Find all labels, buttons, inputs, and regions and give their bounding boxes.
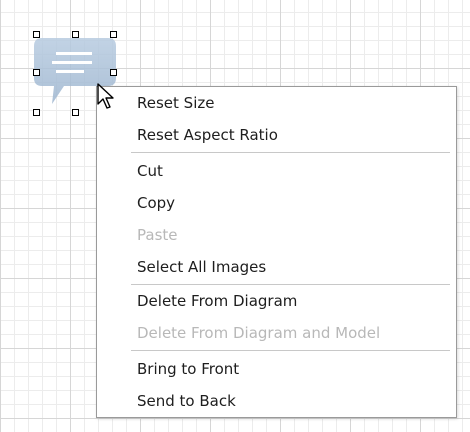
resize-handle-left[interactable] [33, 69, 40, 76]
resize-handle-bottom-left[interactable] [33, 109, 40, 116]
context-menu: Reset Size Reset Aspect Ratio Cut Copy P… [96, 86, 457, 418]
menu-item-delete-from-diagram-and-model: Delete From Diagram and Model [137, 324, 381, 342]
resize-handle-bottom[interactable] [72, 109, 79, 116]
resize-handle-right[interactable] [110, 69, 117, 76]
menu-item-cut[interactable]: Cut [97, 155, 456, 187]
resize-handle-top[interactable] [72, 31, 79, 38]
resize-handle-top-right[interactable] [110, 31, 117, 38]
menu-item-copy[interactable]: Copy [97, 187, 456, 219]
menu-item-delete-from-diagram[interactable]: Delete From Diagram [97, 285, 456, 317]
menu-item-paste: Paste [137, 226, 178, 244]
menu-item-send-to-back[interactable]: Send to Back [97, 385, 456, 417]
menu-separator [131, 152, 450, 153]
diagram-canvas[interactable]: Reset Size Reset Aspect Ratio Cut Copy P… [0, 0, 470, 432]
menu-item-bring-to-front[interactable]: Bring to Front [97, 353, 456, 385]
menu-item-reset-aspect-ratio[interactable]: Reset Aspect Ratio [97, 119, 456, 151]
menu-item-reset-size[interactable]: Reset Size [97, 87, 456, 119]
resize-handle-top-left[interactable] [33, 31, 40, 38]
menu-item-select-all-images[interactable]: Select All Images [97, 251, 456, 283]
arrow-cursor-icon [97, 83, 114, 109]
menu-separator [131, 350, 450, 351]
